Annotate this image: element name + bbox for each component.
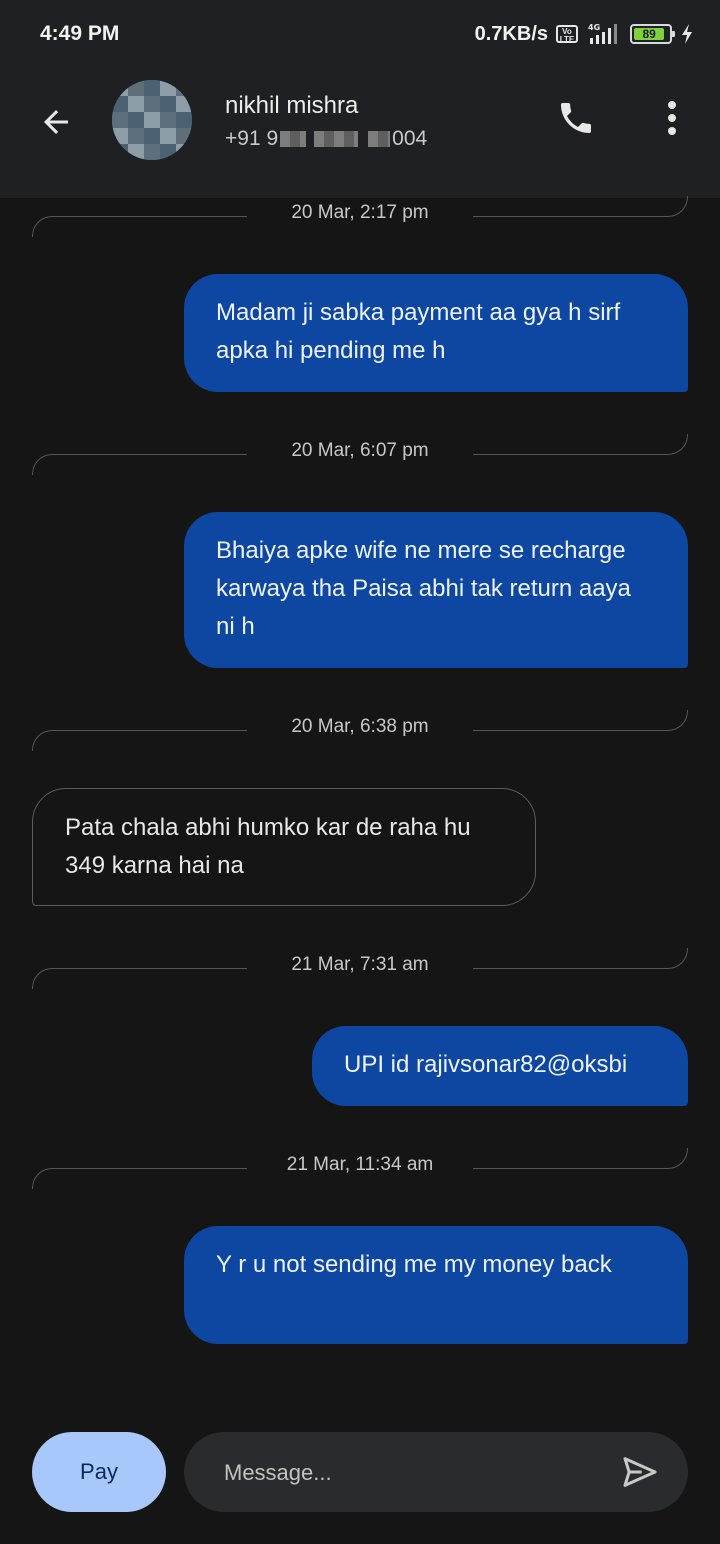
date-divider: 20 Mar, 2:17 pm bbox=[32, 196, 688, 238]
message-input[interactable] bbox=[222, 1432, 586, 1514]
signal-icon: 4G bbox=[588, 23, 617, 44]
status-bar: 4:49 PM 0.7KB/s Vo LTE 4G 89 bbox=[0, 0, 720, 70]
contact-name[interactable]: nikhil mishra bbox=[225, 92, 358, 120]
avatar-pixelated-image bbox=[112, 80, 192, 160]
battery-level: 89 bbox=[634, 28, 665, 40]
outgoing-message[interactable]: Bhaiya apke wife ne mere se recharge kar… bbox=[184, 512, 688, 668]
phone-prefix: +91 9 bbox=[225, 127, 279, 150]
volte-icon: Vo LTE bbox=[556, 25, 578, 44]
date-label: 20 Mar, 6:38 pm bbox=[291, 716, 429, 737]
conversation-header: nikhil mishra +91 9 004 bbox=[0, 70, 720, 198]
battery-icon: 89 bbox=[630, 24, 675, 44]
phone-icon bbox=[561, 103, 591, 133]
network-type-label: 4G bbox=[588, 23, 600, 32]
back-button[interactable] bbox=[30, 96, 82, 148]
network-speed: 0.7KB/s bbox=[474, 22, 548, 45]
arrow-back-icon bbox=[44, 110, 68, 134]
call-button[interactable] bbox=[552, 94, 600, 142]
outgoing-message[interactable]: Madam ji sabka payment aa gya h sirf apk… bbox=[184, 274, 688, 392]
more-vert-icon bbox=[668, 101, 676, 135]
date-label: 21 Mar, 7:31 am bbox=[291, 954, 429, 975]
date-label: 20 Mar, 6:07 pm bbox=[291, 440, 429, 461]
phone-suffix: 004 bbox=[392, 127, 428, 150]
message-list[interactable]: 20 Mar, 2:17 pm Madam ji sabka payment a… bbox=[0, 196, 720, 1418]
phone-redaction bbox=[280, 131, 307, 147]
date-divider: 21 Mar, 7:31 am bbox=[32, 948, 688, 990]
message-composer bbox=[184, 1432, 688, 1514]
pay-button[interactable]: Pay bbox=[32, 1432, 166, 1512]
contact-phone: +91 9 004 bbox=[225, 127, 427, 151]
date-divider: 20 Mar, 6:38 pm bbox=[32, 710, 688, 752]
status-indicators: 0.7KB/s Vo LTE 4G 89 bbox=[475, 22, 694, 46]
date-label: 21 Mar, 11:34 am bbox=[286, 1154, 434, 1175]
charging-icon bbox=[682, 24, 692, 44]
more-options-button[interactable] bbox=[652, 94, 692, 142]
date-label: 20 Mar, 2:17 pm bbox=[291, 202, 429, 223]
incoming-message[interactable]: Pata chala abhi humko kar de raha hu 349… bbox=[32, 788, 536, 906]
phone-redaction bbox=[368, 131, 391, 147]
outgoing-message[interactable]: UPI id rajivsonar82@oksbi bbox=[312, 1026, 688, 1106]
send-button[interactable] bbox=[618, 1450, 662, 1494]
avatar[interactable] bbox=[112, 80, 192, 160]
status-time: 4:49 PM bbox=[40, 22, 120, 45]
send-icon bbox=[623, 1457, 657, 1487]
date-divider: 21 Mar, 11:34 am bbox=[32, 1148, 688, 1190]
outgoing-message[interactable]: Y r u not sending me my money back bbox=[184, 1226, 688, 1344]
date-divider: 20 Mar, 6:07 pm bbox=[32, 434, 688, 476]
phone-redaction bbox=[314, 131, 359, 147]
